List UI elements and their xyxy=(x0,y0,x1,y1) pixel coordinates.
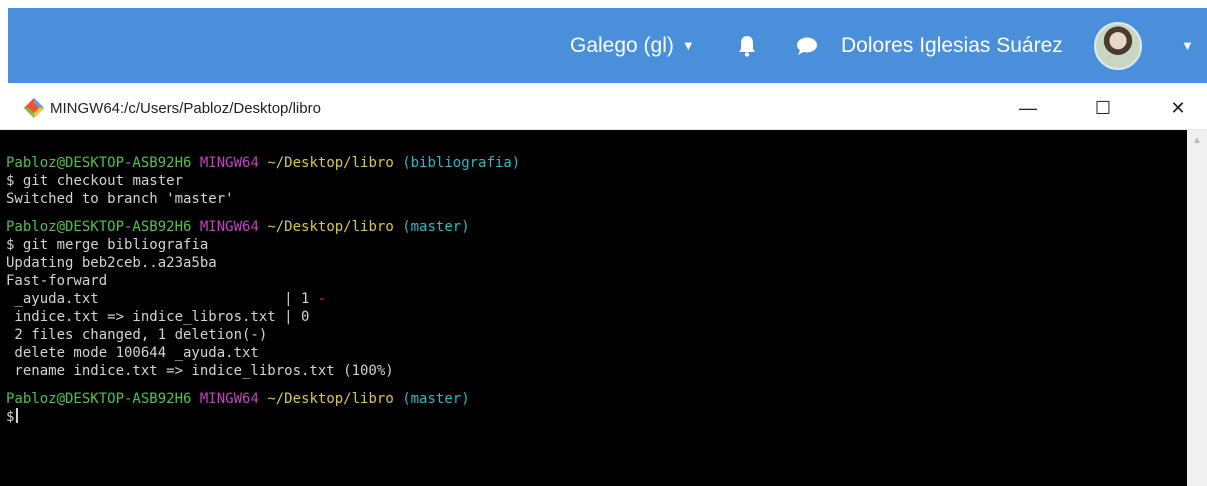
summary-line: delete mode 100644 _ayuda.txt xyxy=(6,345,259,361)
prompt-branch: (master) xyxy=(402,391,470,407)
terminal-output[interactable]: Pabloz@DESKTOP-ASB92H6 MINGW64 ~/Desktop… xyxy=(0,130,1187,486)
command-line[interactable]: $ xyxy=(0,408,1187,426)
prompt-line: Pabloz@DESKTOP-ASB92H6 MINGW64 ~/Desktop… xyxy=(0,390,1187,408)
close-button[interactable]: ✕ xyxy=(1155,88,1201,129)
summary-line: rename indice.txt => indice_libros.txt (… xyxy=(6,363,394,379)
output-line: Updating beb2ceb..a23a5ba xyxy=(6,255,217,271)
prompt-system: MINGW64 xyxy=(199,155,259,171)
language-label: Galego (gl) xyxy=(570,33,674,57)
diffstat-count: | 0 xyxy=(284,309,310,325)
diffstat-marks: - xyxy=(317,291,327,307)
prompt-symbol: $ xyxy=(6,409,15,425)
output-line: Fast-forward xyxy=(6,273,108,289)
diffstat-file: indice.txt => indice_libros.txt xyxy=(6,309,285,325)
prompt-symbol: $ xyxy=(6,173,15,189)
prompt-user: Pabloz@DESKTOP-ASB92H6 xyxy=(6,219,192,235)
prompt-line: Pabloz@DESKTOP-ASB92H6 MINGW64 ~/Desktop… xyxy=(0,218,1187,236)
output-line: Switched to branch 'master' xyxy=(6,191,234,207)
bell-icon xyxy=(739,35,755,57)
command-line: $ git merge bibliografia xyxy=(0,236,1187,254)
prompt-system: MINGW64 xyxy=(199,219,259,235)
caret-down-icon[interactable]: ▼ xyxy=(1181,8,1194,83)
prompt-line: Pabloz@DESKTOP-ASB92H6 MINGW64 ~/Desktop… xyxy=(0,154,1187,172)
maximize-button[interactable]: ☐ xyxy=(1080,88,1126,129)
diffstat-line: indice.txt => indice_libros.txt | 0 xyxy=(0,308,1187,326)
vertical-scrollbar[interactable]: ▲ xyxy=(1187,130,1207,486)
text-cursor xyxy=(16,408,19,423)
command-text: git checkout master xyxy=(22,173,184,189)
language-selector[interactable]: Galego (gl) ▼ xyxy=(570,8,695,83)
user-name[interactable]: Dolores Iglesias Suárez xyxy=(841,8,1063,83)
command-text: git merge bibliografia xyxy=(22,237,209,253)
diffstat-file: _ayuda.txt xyxy=(6,291,285,307)
diffstat-count: | 1 xyxy=(284,291,318,307)
prompt-user: Pabloz@DESKTOP-ASB92H6 xyxy=(6,155,192,171)
caret-down-icon: ▼ xyxy=(681,38,695,53)
prompt-branch: (master) xyxy=(402,219,470,235)
prompt-system: MINGW64 xyxy=(199,391,259,407)
prompt-symbol: $ xyxy=(6,237,15,253)
command-line: $ git checkout master xyxy=(0,172,1187,190)
top-navigation-bar: Galego (gl) ▼ Dolores Iglesias Suárez ▼ xyxy=(8,8,1207,83)
scroll-up-arrow-icon[interactable]: ▲ xyxy=(1187,132,1207,148)
prompt-user: Pabloz@DESKTOP-ASB92H6 xyxy=(6,391,192,407)
git-icon xyxy=(24,98,44,118)
prompt-path: ~/Desktop/libro xyxy=(267,219,394,235)
prompt-path: ~/Desktop/libro xyxy=(267,391,394,407)
chat-bubble-icon xyxy=(797,37,817,55)
window-title: MINGW64:/c/Users/Pabloz/Desktop/libro xyxy=(50,100,321,117)
minimize-button[interactable]: — xyxy=(1005,88,1051,129)
summary-line: 2 files changed, 1 deletion(-) xyxy=(6,327,268,343)
diffstat-line: _ayuda.txt | 1 - xyxy=(0,290,1187,308)
avatar[interactable] xyxy=(1094,22,1142,70)
prompt-branch: (bibliografia) xyxy=(402,155,521,171)
notifications-button[interactable] xyxy=(734,8,760,83)
window-titlebar[interactable]: MINGW64:/c/Users/Pabloz/Desktop/libro — … xyxy=(0,88,1207,130)
messages-button[interactable] xyxy=(794,8,820,83)
terminal-window: MINGW64:/c/Users/Pabloz/Desktop/libro — … xyxy=(0,88,1207,486)
prompt-path: ~/Desktop/libro xyxy=(267,155,394,171)
